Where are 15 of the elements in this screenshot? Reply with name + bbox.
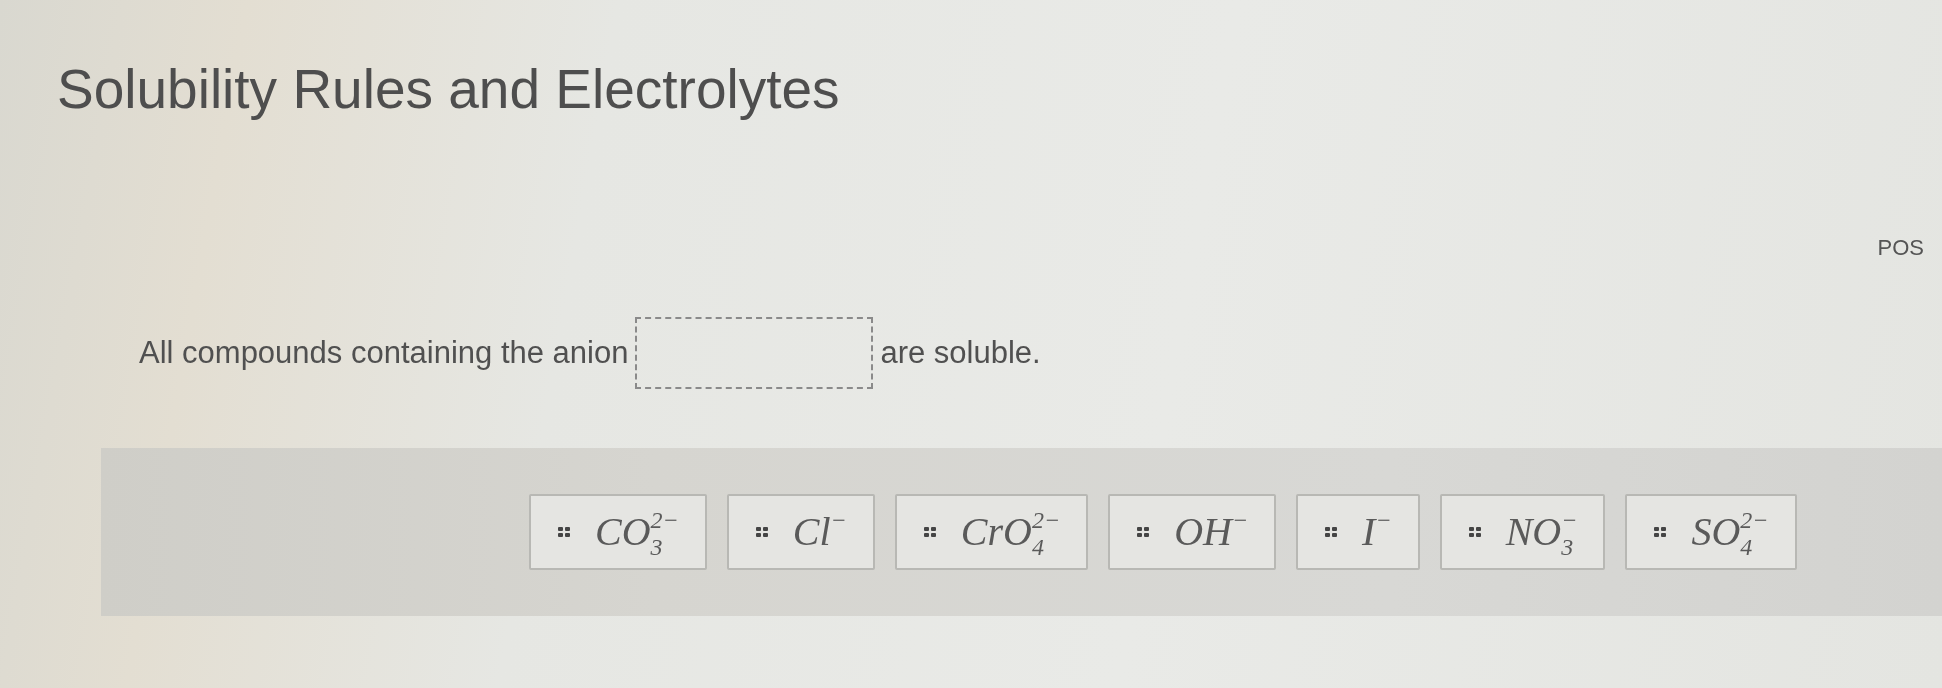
question-text: are soluble. xyxy=(880,335,1041,371)
ion-choice-tile[interactable]: Cl$^{−}$ xyxy=(726,494,875,570)
side-label: POS xyxy=(1877,235,1924,261)
ion-choice-tile[interactable]: I$^{−}$ xyxy=(1296,494,1420,570)
answer-box[interactable] xyxy=(635,317,874,389)
grip-icon xyxy=(1137,527,1150,537)
grip-icon xyxy=(1654,527,1667,537)
question-text: All compounds containing the anion xyxy=(139,335,629,371)
grip-icon xyxy=(1325,527,1338,537)
grip-icon xyxy=(1468,527,1481,537)
grip-icon xyxy=(923,527,936,537)
ion-choice-tile[interactable]: OH$^{−}$ xyxy=(1108,494,1277,570)
page-title: Solubility Rules and Electrolytes xyxy=(57,57,840,121)
grip-icon xyxy=(558,527,570,537)
grip-icon xyxy=(755,527,768,537)
